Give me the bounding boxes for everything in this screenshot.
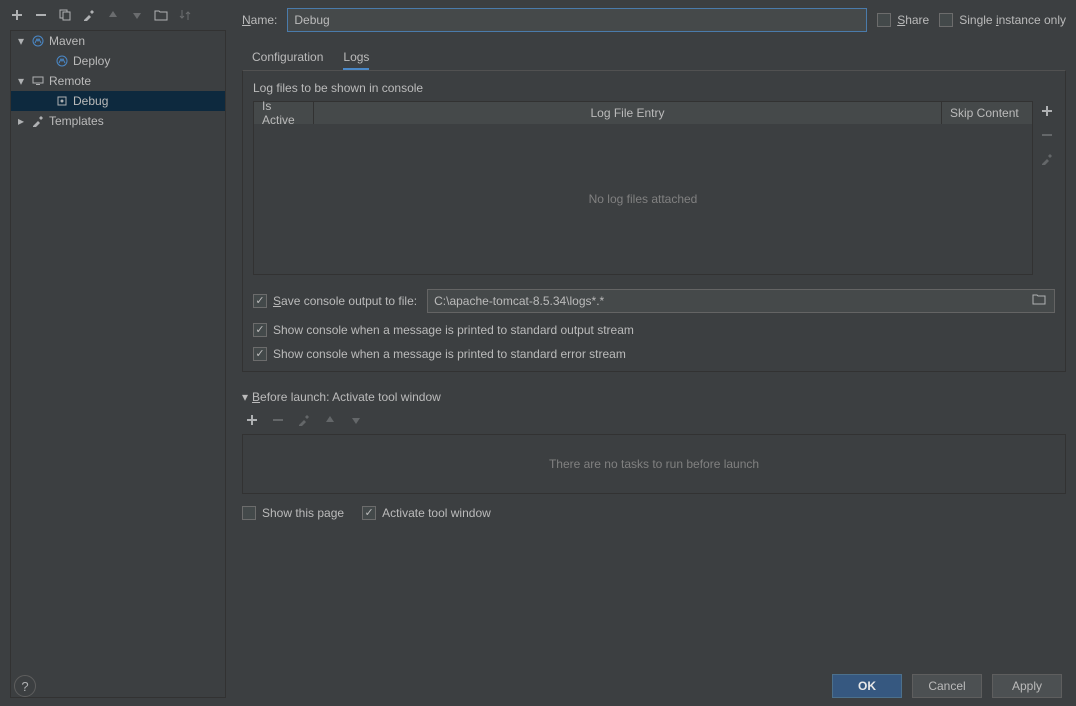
tabs: Configuration Logs (242, 46, 1066, 70)
log-files-table[interactable]: Is Active Log File Entry Skip Content No… (253, 101, 1033, 275)
remove-task-icon (270, 412, 286, 428)
tree-label: Maven (49, 34, 85, 48)
copy-icon[interactable] (56, 6, 74, 24)
sort-icon (176, 6, 194, 24)
before-launch-header[interactable]: ▾ Before launch: Activate tool window (242, 390, 1066, 404)
tree-node-templates[interactable]: ▸ Templates (11, 111, 225, 131)
maven-icon (31, 34, 45, 48)
cancel-button[interactable]: Cancel (912, 674, 982, 698)
folder-icon[interactable] (152, 6, 170, 24)
save-output-path-input[interactable] (434, 294, 1032, 308)
show-this-page-checkbox[interactable]: Show this page (242, 506, 344, 520)
share-label: Share (897, 13, 929, 27)
debug-icon (55, 94, 69, 108)
tree-node-maven[interactable]: ▾ Maven (11, 31, 225, 51)
chevron-down-icon[interactable]: ▾ (15, 75, 27, 87)
chevron-down-icon[interactable]: ▾ (15, 35, 27, 47)
before-launch-toolbar (244, 412, 1066, 428)
edit-log-icon (1039, 151, 1055, 167)
single-instance-label: Single instance only (959, 13, 1066, 27)
activate-tool-window-label: Activate tool window (382, 506, 491, 520)
col-is-active[interactable]: Is Active (254, 102, 314, 124)
show-stderr-label: Show console when a message is printed t… (273, 347, 626, 361)
settings-icon[interactable] (80, 6, 98, 24)
show-stdout-checkbox[interactable]: Show console when a message is printed t… (253, 323, 634, 337)
apply-button[interactable]: Apply (992, 674, 1062, 698)
activate-tool-window-checkbox[interactable]: Activate tool window (362, 506, 491, 520)
tab-configuration[interactable]: Configuration (252, 46, 323, 70)
logs-section-title: Log files to be shown in console (253, 81, 1055, 95)
before-launch-empty: There are no tasks to run before launch (242, 434, 1066, 494)
remove-log-icon (1039, 127, 1055, 143)
tree-label: Templates (49, 114, 104, 128)
share-checkbox[interactable]: Share (877, 13, 929, 27)
checkbox-icon (877, 13, 891, 27)
checkbox-icon (242, 506, 256, 520)
chevron-down-icon: ▾ (242, 390, 248, 404)
col-log-file-entry[interactable]: Log File Entry (314, 102, 942, 124)
config-tree-sidebar: ▾ Maven Deploy ▾ Remote Debug ▸ Template… (0, 0, 232, 706)
show-stdout-label: Show console when a message is printed t… (273, 323, 634, 337)
config-tree[interactable]: ▾ Maven Deploy ▾ Remote Debug ▸ Template… (10, 30, 226, 698)
tree-label: Remote (49, 74, 91, 88)
tree-toolbar (0, 6, 232, 30)
single-instance-checkbox[interactable]: Single instance only (939, 13, 1066, 27)
move-task-up-icon (322, 412, 338, 428)
move-up-icon (104, 6, 122, 24)
tree-node-deploy[interactable]: Deploy (11, 51, 225, 71)
add-icon[interactable] (8, 6, 26, 24)
before-launch-section: ▾ Before launch: Activate tool window Th… (242, 390, 1066, 520)
edit-task-icon (296, 412, 312, 428)
log-table-header: Is Active Log File Entry Skip Content (254, 102, 1032, 124)
checkbox-icon (939, 13, 953, 27)
save-output-label: Save console output to file: (273, 294, 417, 308)
save-output-path-field[interactable] (427, 289, 1055, 313)
col-skip-content[interactable]: Skip Content (942, 102, 1032, 124)
help-button[interactable]: ? (14, 675, 36, 697)
log-table-empty: No log files attached (254, 124, 1032, 274)
logs-panel: Log files to be shown in console Is Acti… (242, 70, 1066, 372)
tree-node-remote[interactable]: ▾ Remote (11, 71, 225, 91)
name-input[interactable] (287, 8, 867, 32)
show-stderr-checkbox[interactable]: Show console when a message is printed t… (253, 347, 626, 361)
remote-icon (31, 74, 45, 88)
tree-label: Debug (73, 94, 108, 108)
show-this-page-label: Show this page (262, 506, 344, 520)
checkbox-icon (362, 506, 376, 520)
chevron-right-icon[interactable]: ▸ (15, 115, 27, 127)
log-table-side-buttons (1039, 101, 1055, 275)
move-task-down-icon (348, 412, 364, 428)
move-down-icon (128, 6, 146, 24)
checkbox-icon (253, 347, 267, 361)
browse-folder-icon[interactable] (1032, 293, 1048, 309)
tab-logs[interactable]: Logs (343, 46, 369, 70)
templates-icon (31, 114, 45, 128)
ok-button[interactable]: OK (832, 674, 902, 698)
dialog-footer: ? OK Cancel Apply (0, 666, 1076, 706)
save-output-checkbox[interactable]: Save console output to file: (253, 294, 417, 308)
remove-icon[interactable] (32, 6, 50, 24)
maven-icon (55, 54, 69, 68)
name-label: Name: (242, 13, 277, 27)
before-launch-title: Before launch: Activate tool window (252, 390, 441, 404)
tree-label: Deploy (73, 54, 110, 68)
add-task-icon[interactable] (244, 412, 260, 428)
main-panel: Name: Share Single instance only Configu… (232, 0, 1076, 706)
add-log-icon[interactable] (1039, 103, 1055, 119)
checkbox-icon (253, 294, 267, 308)
tree-node-debug[interactable]: Debug (11, 91, 225, 111)
checkbox-icon (253, 323, 267, 337)
